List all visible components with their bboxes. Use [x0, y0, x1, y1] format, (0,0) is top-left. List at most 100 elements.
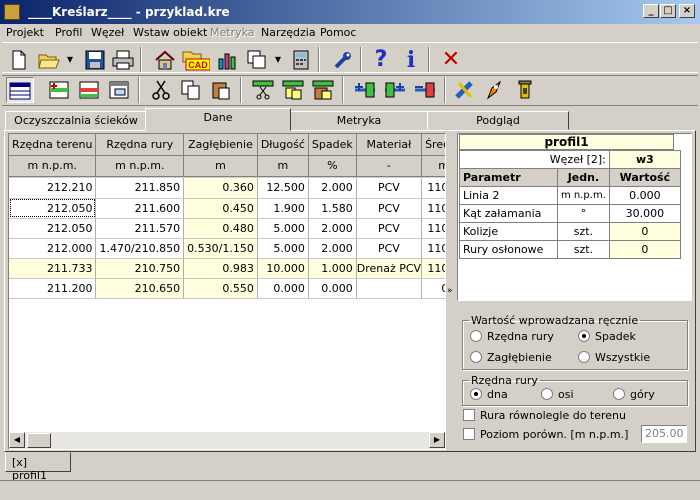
cad-icon[interactable]: CAD — [182, 47, 210, 73]
grid-cell[interactable]: Drenaż PCV — [356, 258, 423, 279]
minimize-button[interactable]: _ — [643, 4, 659, 18]
table-row[interactable]: 212.050 211.600 0.450 1.900 1.580 PCV 11… — [9, 198, 445, 219]
grid-cell[interactable]: 0.450 — [183, 198, 258, 219]
copy-node-icon[interactable] — [280, 77, 306, 103]
grid-cell[interactable]: 110.000 — [421, 218, 445, 239]
grid-header[interactable]: Zagłębienie — [183, 134, 258, 156]
radio-wszystkie[interactable]: Wszystkie — [578, 351, 650, 364]
well-icon[interactable] — [512, 77, 538, 103]
property-row[interactable]: Rury osłonowe szt. 0 — [459, 240, 681, 259]
checkbox-level[interactable]: Poziom porówn. [m n.p.m.] — [463, 428, 628, 441]
radio-osi[interactable]: osi — [541, 388, 574, 401]
remove-node-icon[interactable] — [412, 77, 438, 103]
wrench-icon[interactable] — [330, 47, 356, 73]
grid-cell[interactable]: PCV — [356, 218, 423, 239]
grid-cell[interactable]: 12.500 — [257, 178, 309, 199]
grid-cell[interactable]: 0.360 — [183, 178, 258, 199]
grid-cell[interactable]: 0.000 — [421, 278, 445, 299]
menu-projekt[interactable]: Projekt — [6, 26, 44, 39]
property-row[interactable]: Kąt załamania ° 30.000 — [459, 204, 681, 223]
radio-spadek[interactable]: Spadek — [578, 330, 636, 343]
scroll-left-icon[interactable]: ◀ — [9, 432, 25, 448]
chart-icon[interactable] — [214, 47, 240, 73]
grid-header[interactable]: Spadek — [308, 134, 357, 156]
grid-cell[interactable]: 110.000 — [421, 238, 445, 259]
menu-pomoc[interactable]: Pomoc — [320, 26, 356, 39]
grid-cell[interactable]: 0.983 — [183, 258, 258, 279]
radio-rzedna-rury[interactable]: Rzędna rury — [470, 330, 554, 343]
dropdown-icon[interactable]: ▼ — [64, 47, 76, 73]
grid-cell[interactable]: 212.000 — [9, 238, 97, 259]
radio-gory[interactable]: góry — [613, 388, 655, 401]
scroll-thumb[interactable] — [27, 433, 51, 448]
document-tab[interactable]: [x] profil1 — [5, 452, 71, 482]
grid-cell[interactable]: 0.530/1.150 — [183, 238, 258, 259]
add-node-before-icon[interactable] — [352, 77, 378, 103]
radio-zaglebienie[interactable]: Zagłębienie — [470, 351, 552, 364]
grid-cell[interactable]: 1.900 — [257, 198, 309, 219]
horizontal-scrollbar[interactable]: ◀ ▶ — [9, 432, 445, 449]
home-icon[interactable] — [152, 47, 178, 73]
menu-wstaw-obiekt[interactable]: Wstaw obiekt — [133, 26, 207, 39]
grid-cell[interactable]: 5.000 — [257, 218, 309, 239]
grid-cell[interactable] — [356, 278, 423, 299]
copy-window-icon[interactable] — [244, 47, 270, 73]
table-row[interactable]: 212.000 1.470/210.850 0.530/1.150 5.000 … — [9, 238, 445, 259]
grid-cell[interactable]: PCV — [356, 238, 423, 259]
print-icon[interactable] — [110, 47, 136, 73]
property-row[interactable]: Kolizje szt. 0 — [459, 222, 681, 241]
tab-metryka[interactable]: Metryka — [289, 111, 429, 130]
property-row[interactable]: Linia 2 m n.p.m. 0.000 — [459, 186, 681, 205]
calculator-icon[interactable] — [288, 47, 314, 73]
level-input[interactable]: 205.00 — [641, 425, 687, 443]
prop-value[interactable]: 30.000 — [608, 204, 681, 223]
grid-cell[interactable]: 2.000 — [308, 238, 357, 259]
table-row[interactable]: 211.200 210.650 0.550 0.000 0.000 0.000 — [9, 278, 445, 299]
tab-oczyszczalnia[interactable]: Oczyszczalnia ścieków — [5, 111, 147, 130]
dropdown-icon[interactable]: ▼ — [272, 47, 284, 73]
grid-cell[interactable]: 10.000 — [257, 258, 309, 279]
copy-icon[interactable] — [178, 77, 204, 103]
scroll-right-icon[interactable]: ▶ — [429, 432, 445, 448]
collapse-arrow-icon[interactable]: » — [447, 286, 453, 296]
paste-node-icon[interactable] — [310, 77, 336, 103]
radio-dna[interactable]: dna — [470, 388, 508, 401]
close-x-icon[interactable]: ✕ — [438, 47, 464, 73]
add-node-after-icon[interactable] — [382, 77, 408, 103]
grid-header[interactable]: Długość — [257, 134, 309, 156]
tab-dane[interactable]: Dane — [145, 108, 291, 131]
prop-value[interactable]: 0.000 — [608, 186, 681, 205]
delete-row-icon[interactable] — [76, 77, 102, 103]
grid-cell[interactable]: 211.733 — [9, 258, 97, 279]
scissors-icon[interactable] — [148, 77, 174, 103]
grid-cell[interactable]: 211.200 — [9, 278, 97, 299]
new-file-icon[interactable] — [6, 47, 32, 73]
tab-podglad[interactable]: Podgląd — [427, 111, 569, 130]
prop-value[interactable]: 0 — [608, 222, 681, 241]
pipe-tool-icon[interactable] — [452, 77, 478, 103]
grid-header[interactable]: Średnica — [421, 134, 445, 156]
close-window-button[interactable]: × — [679, 4, 695, 18]
grid-cell[interactable]: 212.050 — [9, 218, 97, 239]
menu-wezel[interactable]: Węzeł — [91, 26, 124, 39]
insert-row-icon[interactable] — [46, 77, 72, 103]
paste-icon[interactable] — [208, 77, 234, 103]
grid-cell[interactable]: PCV — [356, 198, 423, 219]
menu-narzedzia[interactable]: Narzędzia — [261, 26, 316, 39]
grid-cell[interactable]: 2.000 — [308, 178, 357, 199]
grid-cell[interactable]: 0.480 — [183, 218, 258, 239]
grid-cell[interactable]: 211.600 — [95, 198, 185, 219]
grid-cell[interactable]: 110.000 — [421, 258, 445, 279]
menu-profil[interactable]: Profil — [55, 26, 82, 39]
rocket-icon[interactable] — [482, 77, 508, 103]
table-ab-icon[interactable] — [106, 77, 132, 103]
cut-node-icon[interactable] — [250, 77, 276, 103]
table-row[interactable]: 212.050 211.570 0.480 5.000 2.000 PCV 11… — [9, 218, 445, 239]
table-row[interactable]: 212.210 211.850 0.360 12.500 2.000 PCV 1… — [9, 178, 445, 199]
grid-cell[interactable]: 1.000 — [308, 258, 357, 279]
save-icon[interactable] — [82, 47, 108, 73]
data-grid[interactable]: Rzędna terenu Rzędna rury Zagłębienie Dł… — [8, 133, 446, 450]
grid-cell[interactable]: 1.580 — [308, 198, 357, 219]
grid-cell[interactable]: 0.000 — [308, 278, 357, 299]
grid-cell[interactable]: 1.470/210.850 — [95, 238, 185, 259]
